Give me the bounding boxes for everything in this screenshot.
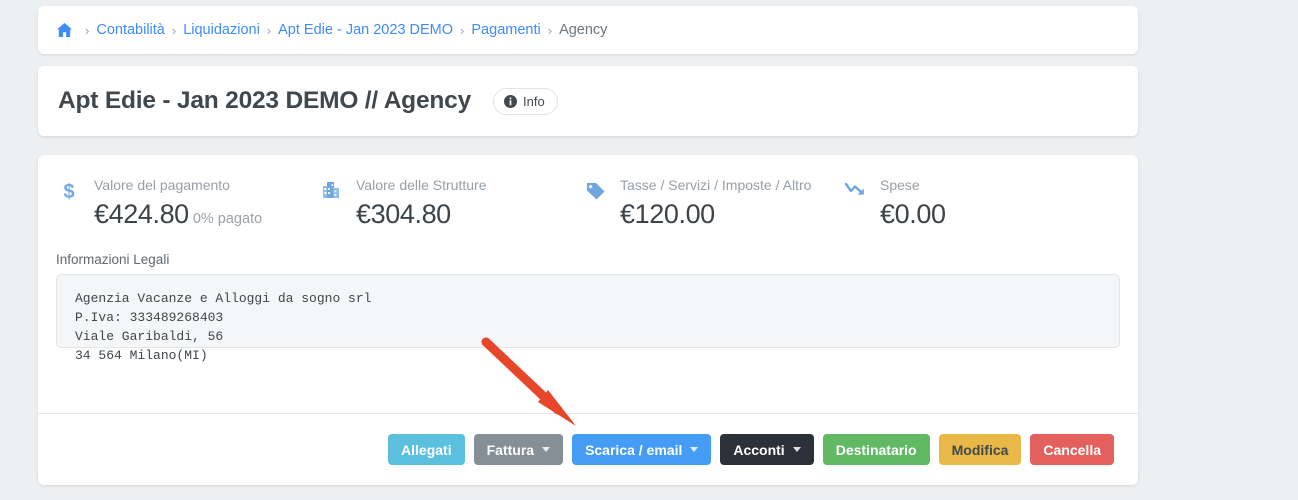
- chevron-down-icon: [793, 447, 801, 452]
- legal-info-label: Informazioni Legali: [56, 252, 1138, 267]
- breadcrumb-item-contabilit[interactable]: Contabilità: [96, 22, 165, 38]
- stat-label: Tasse / Servizi / Imposte / Altro: [620, 177, 811, 193]
- page-root: › Contabilità › Liquidazioni › Apt Edie - Jan…: [0, 0, 1298, 500]
- legal-info-line: Agenzia Vacanze e Alloggi da sogno srl: [75, 289, 1101, 308]
- stat-sub: 0% pagato: [193, 211, 262, 227]
- stat-body: Valore del pagamento €424.800% pagato: [82, 177, 262, 230]
- info-circle-icon: [504, 95, 517, 108]
- acconti-button[interactable]: Acconti: [720, 434, 813, 465]
- title-row: Apt Edie - Jan 2023 DEMO // Agency Info: [38, 66, 1138, 136]
- stat-body: Spese €0.00: [868, 177, 946, 230]
- stat-amount: €424.80: [94, 199, 189, 229]
- page-title: Apt Edie - Jan 2023 DEMO // Agency: [58, 87, 471, 115]
- stat-value: €0.00: [880, 199, 946, 230]
- building-icon: [318, 177, 344, 200]
- chevron-down-icon: [542, 447, 550, 452]
- legal-info-box: Agenzia Vacanze e Alloggi da sogno srlP.…: [56, 274, 1120, 348]
- stat-amount: €304.80: [356, 199, 451, 229]
- breadcrumb-separator: ›: [267, 23, 271, 38]
- info-button[interactable]: Info: [493, 88, 558, 115]
- button-label: Acconti: [733, 443, 784, 457]
- breadcrumb-card: › Contabilità › Liquidazioni › Apt Edie - Jan…: [38, 6, 1138, 54]
- dollar-sign-icon: $: [56, 177, 82, 202]
- stat-value: €120.00: [620, 199, 811, 230]
- action-footer: Allegati Fattura Scarica / email Acconti Des…: [38, 413, 1138, 485]
- button-label: Scarica / email: [585, 443, 682, 457]
- stat-amount: €0.00: [880, 199, 946, 229]
- stat-tasse-servizi-imposte-altro: Tasse / Servizi / Imposte / Altro €120.0…: [582, 177, 842, 230]
- legal-info-line: 34 564 Milano(MI): [75, 346, 1101, 365]
- info-button-label: Info: [523, 94, 545, 109]
- payment-detail-card: $ Valore del pagamento €424.800% pagato: [38, 155, 1138, 485]
- modifica-button[interactable]: Modifica: [939, 434, 1022, 465]
- home-icon[interactable]: [56, 22, 73, 38]
- breadcrumb-item-agency: Agency: [559, 22, 607, 38]
- trend-down-icon: [842, 177, 868, 198]
- breadcrumb-item-pagamenti[interactable]: Pagamenti: [471, 22, 540, 38]
- stat-label: Valore delle Strutture: [356, 177, 486, 193]
- breadcrumb-separator: ›: [172, 23, 176, 38]
- svg-text:$: $: [63, 181, 74, 202]
- destinatario-button[interactable]: Destinatario: [823, 434, 930, 465]
- stat-value: €304.80: [356, 199, 486, 230]
- button-label: Destinatario: [836, 443, 917, 457]
- stat-value: €424.800% pagato: [94, 199, 262, 230]
- breadcrumb-separator: ›: [460, 23, 464, 38]
- stat-valore-delle-strutture: Valore delle Strutture €304.80: [318, 177, 582, 230]
- button-label: Allegati: [401, 443, 452, 457]
- legal-info-line: P.Iva: 333489268403: [75, 308, 1101, 327]
- stat-label: Valore del pagamento: [94, 177, 262, 193]
- stat-spese: Spese €0.00: [842, 177, 1042, 230]
- breadcrumb-item-liquidazioni[interactable]: Liquidazioni: [183, 22, 260, 38]
- stat-valore-del-pagamento: $ Valore del pagamento €424.800% pagato: [56, 177, 318, 230]
- tag-icon: [582, 177, 608, 200]
- stat-amount: €120.00: [620, 199, 715, 229]
- breadcrumb-separator: ›: [548, 23, 552, 38]
- title-card: Apt Edie - Jan 2023 DEMO // Agency Info: [38, 66, 1138, 136]
- breadcrumb-item-apt-edie-jan-2023-demo[interactable]: Apt Edie - Jan 2023 DEMO: [278, 22, 453, 38]
- stat-body: Tasse / Servizi / Imposte / Altro €120.0…: [608, 177, 811, 230]
- fattura-button[interactable]: Fattura: [474, 434, 563, 465]
- stat-body: Valore delle Strutture €304.80: [344, 177, 486, 230]
- stat-label: Spese: [880, 177, 946, 193]
- cancella-button[interactable]: Cancella: [1030, 434, 1114, 465]
- stats-row: $ Valore del pagamento €424.800% pagato: [38, 155, 1138, 230]
- button-label: Cancella: [1043, 443, 1101, 457]
- button-label: Modifica: [952, 443, 1009, 457]
- scarica-button[interactable]: Scarica / email: [572, 434, 711, 465]
- allegati-button[interactable]: Allegati: [388, 434, 465, 465]
- chevron-down-icon: [690, 447, 698, 452]
- legal-info-line: Viale Garibaldi, 56: [75, 327, 1101, 346]
- breadcrumb-separator: ›: [85, 23, 89, 38]
- button-label: Fattura: [487, 443, 534, 457]
- breadcrumb: › Contabilità › Liquidazioni › Apt Edie - Jan…: [38, 6, 1138, 54]
